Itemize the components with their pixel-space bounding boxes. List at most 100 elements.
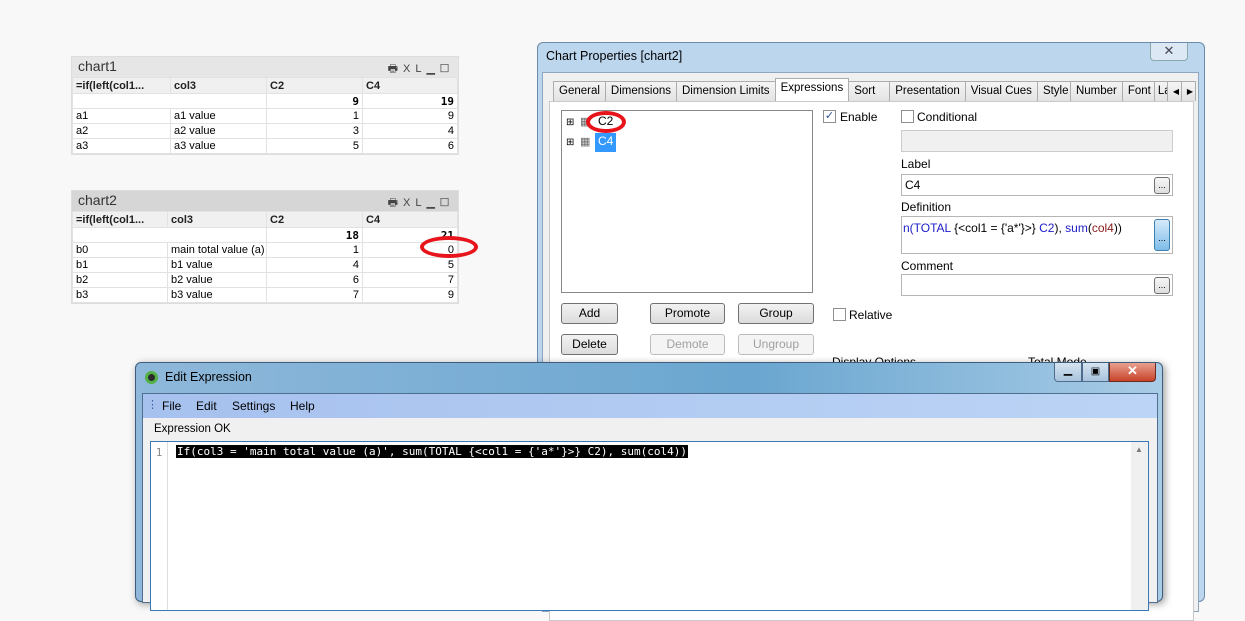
cell[interactable]: b1: [72, 257, 168, 273]
column-header[interactable]: C4: [362, 211, 458, 228]
table-row[interactable]: b3 b3 value 7 9: [72, 287, 458, 303]
expand-icon[interactable]: ⊞: [566, 117, 574, 128]
conditional-input: [901, 130, 1173, 152]
cell[interactable]: b0: [72, 242, 168, 258]
column-header[interactable]: C4: [362, 77, 458, 94]
delete-button[interactable]: Delete: [561, 334, 618, 355]
tab-sort[interactable]: Sort: [848, 81, 891, 101]
chart1-table[interactable]: chart1 🖶XL▁☐ =if(left(col1... col3 C2 C4 91…: [71, 56, 459, 155]
close-icon[interactable]: ✕: [1150, 43, 1188, 61]
chart2-title: chart2: [78, 192, 117, 208]
tab-general[interactable]: General: [553, 81, 606, 101]
table-row[interactable]: b1 b1 value 4 5: [72, 257, 458, 273]
tab-visual-cues[interactable]: Visual Cues: [964, 81, 1038, 101]
cell[interactable]: b3 value: [167, 287, 267, 303]
chart1-title: chart1: [78, 58, 117, 74]
minimize-icon[interactable]: ▁: [427, 63, 440, 75]
tab-expressions[interactable]: Expressions: [774, 78, 850, 101]
table-row[interactable]: a3 a3 value 5 6: [72, 138, 458, 154]
print-icon[interactable]: 🖶: [388, 63, 403, 75]
table-row[interactable]: b2 b2 value 6 7: [72, 272, 458, 288]
cell: 4: [362, 123, 458, 139]
conditional-checkbox[interactable]: [901, 110, 914, 123]
table-row[interactable]: a2 a2 value 3 4: [72, 123, 458, 139]
expression-editor[interactable]: 1 If(col3 = 'main total value (a)', sum(…: [150, 441, 1149, 611]
cell[interactable]: b3: [72, 287, 168, 303]
dialog-title: Chart Properties [chart2]: [546, 49, 683, 63]
column-header[interactable]: col3: [170, 77, 267, 94]
expression-icon: ▦: [580, 136, 591, 148]
tab-dimension-limits[interactable]: Dimension Limits: [676, 81, 776, 101]
tab-bar: General Dimensions Dimension Limits Expr…: [553, 78, 1196, 101]
tab-number[interactable]: Number: [1069, 81, 1123, 101]
column-header[interactable]: =if(left(col1...: [72, 77, 171, 94]
tab-layout[interactable]: La: [1153, 81, 1168, 101]
xl-icon[interactable]: XL: [403, 197, 426, 209]
minimize-icon[interactable]: ▁: [427, 197, 440, 209]
cell[interactable]: a1 value: [170, 108, 267, 124]
tab-scroll-left-icon[interactable]: ◀: [1166, 81, 1182, 101]
cell[interactable]: a1: [72, 108, 171, 124]
maximize-icon[interactable]: ☐: [440, 63, 454, 75]
promote-button[interactable]: Promote: [650, 303, 725, 324]
xl-icon[interactable]: XL: [403, 63, 426, 75]
minimize-icon[interactable]: ▁: [1054, 363, 1082, 382]
total-cell: 9: [266, 93, 363, 109]
cell[interactable]: b1 value: [167, 257, 267, 273]
chart2-table[interactable]: chart2 🖶XL▁☐ =if(left(col1... col3 C2 C4 18…: [71, 190, 459, 304]
add-button[interactable]: Add: [561, 303, 618, 324]
ungroup-button: Ungroup: [738, 334, 814, 355]
column-header[interactable]: =if(left(col1...: [72, 211, 168, 228]
close-icon[interactable]: ✕: [1109, 363, 1156, 382]
cell[interactable]: main total value (a): [167, 242, 267, 258]
cell[interactable]: a3 value: [170, 138, 267, 154]
cell[interactable]: b2 value: [167, 272, 267, 288]
expand-icon[interactable]: ⊞: [566, 137, 574, 148]
cell: 1: [266, 108, 363, 124]
vertical-scrollbar[interactable]: ▲: [1131, 442, 1148, 610]
relative-checkbox[interactable]: [833, 308, 846, 321]
cell: 9: [362, 108, 458, 124]
edit-expression-window: Edit Expression ▁ ▣ ✕ ⋮ File Edit Settin…: [135, 362, 1163, 611]
cell: 6: [362, 138, 458, 154]
column-header[interactable]: col3: [167, 211, 267, 228]
menu-settings[interactable]: Settings: [232, 399, 275, 413]
menu-file[interactable]: File: [162, 399, 181, 413]
def-token: {<col1 = {'a*'}>}: [954, 221, 1040, 235]
column-header[interactable]: C2: [266, 211, 363, 228]
tab-scroll-right-icon[interactable]: ▶: [1180, 81, 1196, 101]
menu-edit[interactable]: Edit: [196, 399, 217, 413]
cell[interactable]: a2: [72, 123, 171, 139]
enable-checkbox[interactable]: ✓: [823, 110, 836, 123]
cell: 5: [266, 138, 363, 154]
total-label: [72, 93, 267, 109]
definition-input[interactable]: n(TOTAL {<col1 = {'a*'}>} C2), sum(col4)…: [901, 216, 1173, 254]
column-header[interactable]: C2: [266, 77, 363, 94]
tab-font[interactable]: Font: [1121, 81, 1155, 101]
chart2-title-bar: chart2 🖶XL▁☐: [72, 191, 458, 211]
cell[interactable]: a3: [72, 138, 171, 154]
comment-input[interactable]: [901, 274, 1173, 296]
cell[interactable]: a2 value: [170, 123, 267, 139]
scroll-up-icon[interactable]: ▲: [1135, 445, 1143, 454]
comment-ellipsis-button[interactable]: ...: [1154, 277, 1170, 294]
maximize-icon[interactable]: ▣: [1082, 363, 1109, 382]
label-ellipsis-button[interactable]: ...: [1154, 177, 1170, 194]
table-row[interactable]: b0 main total value (a) 1 0: [72, 242, 458, 258]
tab-style[interactable]: Style: [1036, 81, 1071, 101]
cell: 9: [362, 287, 458, 303]
tab-presentation[interactable]: Presentation: [889, 81, 966, 101]
maximize-icon[interactable]: ☐: [440, 197, 454, 209]
table-row[interactable]: a1 a1 value 1 9: [72, 108, 458, 124]
label-input[interactable]: C4: [901, 174, 1173, 196]
group-button[interactable]: Group: [738, 303, 814, 324]
cell[interactable]: b2: [72, 272, 168, 288]
tab-dimensions[interactable]: Dimensions: [604, 81, 677, 101]
expression-text[interactable]: If(col3 = 'main total value (a)', sum(TO…: [176, 445, 688, 458]
annotation-circle: [420, 236, 478, 258]
expression-item-c4[interactable]: C4: [595, 133, 617, 152]
definition-ellipsis-button[interactable]: ...: [1154, 219, 1170, 251]
print-icon[interactable]: 🖶: [388, 197, 403, 209]
menu-help[interactable]: Help: [290, 399, 315, 413]
expression-tree[interactable]: ⊞ ▦ C2 ⊞ ▦ C4: [561, 110, 813, 293]
